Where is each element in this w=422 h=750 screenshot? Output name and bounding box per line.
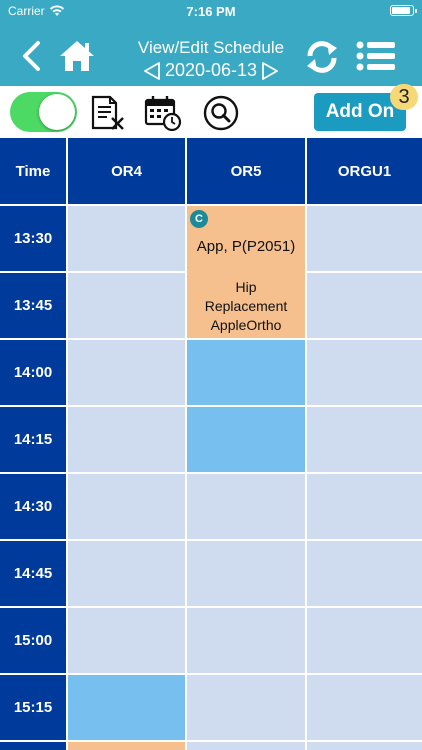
slot-or4[interactable]	[68, 608, 185, 673]
time-slot-label: 15:00	[0, 608, 66, 673]
time-slot-label: 14:00	[0, 340, 66, 405]
battery-icon	[390, 5, 417, 16]
slot-or5-booked[interactable]	[187, 340, 305, 405]
add-on-count-badge: 3	[390, 84, 418, 110]
slot-or5[interactable]	[187, 608, 305, 673]
slot-or5-booked[interactable]	[187, 407, 305, 472]
time-column-header: Time	[0, 138, 66, 204]
previous-day-icon[interactable]	[143, 61, 161, 81]
navigation-bar: Carrier 7:16 PM View/Edit Schedule 2020-…	[0, 0, 422, 86]
slot-or4-appointment[interactable]	[68, 742, 185, 750]
time-slot-label: 14:45	[0, 541, 66, 606]
date-selector: 2020-06-13	[120, 60, 302, 81]
search-icon[interactable]	[202, 94, 240, 132]
slot-orgu1[interactable]	[307, 273, 422, 338]
slot-or4[interactable]	[68, 340, 185, 405]
chevron-left-icon[interactable]	[18, 40, 46, 72]
slot-or5[interactable]	[187, 742, 305, 750]
slot-or5[interactable]	[187, 675, 305, 740]
slot-orgu1[interactable]	[307, 474, 422, 539]
toggle-knob	[39, 94, 75, 130]
slot-or4[interactable]	[68, 273, 185, 338]
list-menu-icon[interactable]	[356, 40, 396, 72]
surgeon-name: AppleOrtho	[210, 317, 282, 333]
room-header-orgu1: ORGU1	[307, 138, 422, 204]
toolbar: Add On	[0, 86, 422, 138]
home-icon[interactable]	[58, 38, 96, 74]
appointment-patient: App, P(P2051)	[196, 238, 296, 255]
next-day-icon[interactable]	[261, 61, 279, 81]
status-time: 7:16 PM	[186, 4, 236, 19]
room-header-or5: OR5	[187, 138, 305, 204]
slot-orgu1[interactable]	[307, 206, 422, 271]
slot-or4[interactable]	[68, 407, 185, 472]
slot-or5[interactable]	[187, 474, 305, 539]
slot-orgu1[interactable]	[307, 541, 422, 606]
time-slot-label	[0, 742, 66, 750]
slot-orgu1[interactable]	[307, 407, 422, 472]
appointment-procedure: Hip Replacement AppleOrtho	[187, 278, 305, 335]
appointment-status-badge: C	[190, 210, 208, 228]
schedule-date[interactable]: 2020-06-13	[165, 60, 257, 81]
room-header-or4: OR4	[68, 138, 185, 204]
slot-or5[interactable]	[187, 541, 305, 606]
time-slot-label: 15:15	[0, 675, 66, 740]
view-toggle[interactable]	[10, 92, 77, 132]
slot-orgu1[interactable]	[307, 742, 422, 750]
slot-or4[interactable]	[68, 541, 185, 606]
page-title: View/Edit Schedule	[137, 38, 285, 57]
status-bar: Carrier 7:16 PM	[0, 0, 422, 22]
slot-orgu1[interactable]	[307, 675, 422, 740]
procedure-line: Hip	[235, 279, 257, 295]
time-slot-label: 14:15	[0, 407, 66, 472]
procedure-line: Replacement	[204, 298, 288, 314]
slot-or4[interactable]	[68, 474, 185, 539]
calendar-clock-icon[interactable]	[144, 94, 182, 132]
slot-orgu1[interactable]	[307, 340, 422, 405]
appointment-card[interactable]: C App, P(P2051) Hip Replacement AppleOrt…	[187, 206, 305, 338]
document-clear-icon[interactable]	[88, 94, 126, 132]
slot-or4[interactable]	[68, 206, 185, 271]
refresh-icon[interactable]	[302, 38, 342, 76]
time-slot-label: 13:30	[0, 206, 66, 271]
slot-or4-booked[interactable]	[68, 675, 185, 740]
slot-orgu1[interactable]	[307, 608, 422, 673]
time-slot-label: 13:45	[0, 273, 66, 338]
time-slot-label: 14:30	[0, 474, 66, 539]
